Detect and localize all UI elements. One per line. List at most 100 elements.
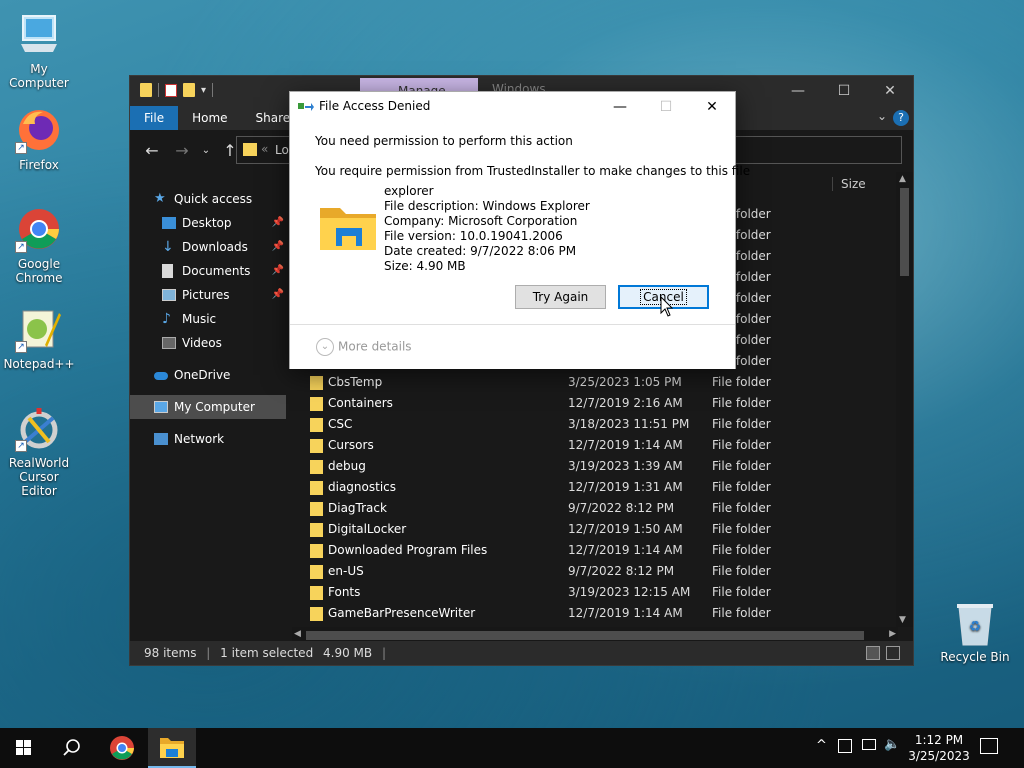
more-details-toggle[interactable]: ⌄ More details xyxy=(316,338,412,356)
row-name: CSC xyxy=(328,417,353,431)
nav-label: Quick access xyxy=(174,192,253,206)
search-icon xyxy=(63,739,80,756)
table-row[interactable]: Fonts 3/19/2023 12:15 AM File folder xyxy=(292,582,902,603)
chevron-up-icon[interactable]: ^ xyxy=(816,738,827,753)
table-row[interactable]: Downloaded Program Files 12/7/2019 1:14 A… xyxy=(292,540,902,561)
row-name: diagnostics xyxy=(328,480,397,494)
desktop-icon-my-computer[interactable]: My Computer xyxy=(1,10,77,90)
taskbar-chrome[interactable] xyxy=(98,728,146,768)
file-rows: CbsTemp 3/25/2023 1:05 PM File folder Cont… xyxy=(292,372,902,624)
folder-icon xyxy=(310,607,323,621)
nav-label: Desktop xyxy=(182,216,232,230)
row-name: en-US xyxy=(328,564,364,578)
nav-quick-access[interactable]: ★ Quick access xyxy=(130,187,286,211)
clock-time: 1:12 PM xyxy=(914,733,964,747)
try-again-button[interactable]: Try Again xyxy=(515,285,606,309)
dialog-title-bar[interactable]: File Access Denied — ☐ ✕ xyxy=(290,92,735,122)
scroll-down-icon[interactable]: ▼ xyxy=(899,615,906,625)
item-count: 98 items xyxy=(144,646,197,660)
desktop-icon-realworld-cursor-editor[interactable]: ↗ RealWorld Cursor Editor xyxy=(1,404,77,498)
desktop-icon-recycle-bin[interactable]: ♻ Recycle Bin xyxy=(940,601,1010,664)
taskbar-file-explorer[interactable] xyxy=(148,728,196,768)
clock[interactable]: 1:12 PM 3/25/2023 xyxy=(904,732,974,764)
tab-home[interactable]: Home xyxy=(178,106,241,130)
table-row[interactable]: CSC 3/18/2023 11:51 PM File folder xyxy=(292,414,902,435)
pin-icon[interactable]: 📌 xyxy=(272,283,284,307)
pin-icon[interactable]: 📌 xyxy=(272,211,284,235)
chevron-down-icon[interactable]: ⌄ xyxy=(877,109,887,123)
dialog-close-button[interactable]: ✕ xyxy=(689,92,735,122)
details-view-icon[interactable] xyxy=(866,646,880,660)
nav-documents[interactable]: Documents 📌 xyxy=(130,259,286,283)
table-row[interactable]: DiagTrack 9/7/2022 8:12 PM File folder xyxy=(292,498,902,519)
nav-desktop[interactable]: Desktop 📌 xyxy=(130,211,286,235)
svg-text:♻: ♻ xyxy=(969,619,982,635)
folder-icon xyxy=(310,523,323,537)
nav-music[interactable]: ♪ Music xyxy=(130,307,286,331)
breadcrumb-chevron-icon: « xyxy=(261,142,269,156)
minimize-button[interactable]: — xyxy=(775,76,821,106)
table-row[interactable]: GameBarPresenceWriter 12/7/2019 1:14 AM Fi… xyxy=(292,603,902,624)
large-icons-view-icon[interactable] xyxy=(886,646,900,660)
notification-icon[interactable] xyxy=(980,738,998,754)
tab-file[interactable]: File xyxy=(130,106,179,130)
nav-network[interactable]: Network xyxy=(130,427,286,451)
maximize-button[interactable]: ☐ xyxy=(821,76,867,106)
table-row[interactable]: CbsTemp 3/25/2023 1:05 PM File folder xyxy=(292,372,902,393)
nav-label: Music xyxy=(182,312,217,326)
scrollbar-thumb[interactable] xyxy=(306,631,864,640)
back-arrow-icon[interactable]: ← xyxy=(140,141,164,160)
nav-onedrive[interactable]: OneDrive xyxy=(130,363,286,387)
more-details-label: More details xyxy=(338,339,412,354)
folder-icon xyxy=(243,143,257,156)
row-name: Cursors xyxy=(328,438,374,452)
desktop-icon-label: Google Chrome xyxy=(15,257,63,285)
scrollbar-thumb[interactable] xyxy=(900,188,909,276)
nav-downloads[interactable]: ↓ Downloads 📌 xyxy=(130,235,286,259)
scroll-right-icon[interactable]: ▶ xyxy=(889,629,896,639)
search-button[interactable] xyxy=(48,728,96,768)
nav-videos[interactable]: Videos xyxy=(130,331,286,355)
file-access-denied-dialog: File Access Denied — ☐ ✕ You need permis… xyxy=(289,91,750,369)
scroll-up-icon[interactable]: ▲ xyxy=(899,174,906,184)
row-date: 3/25/2023 1:05 PM xyxy=(568,375,682,389)
table-row[interactable]: debug 3/19/2023 1:39 AM File folder xyxy=(292,456,902,477)
tray-app-icon[interactable] xyxy=(838,739,852,753)
table-row[interactable]: diagnostics 12/7/2019 1:31 AM File folder xyxy=(292,477,902,498)
dialog-minimize-button[interactable]: — xyxy=(597,92,643,122)
desktop-icon-chrome[interactable]: ↗ Google Chrome xyxy=(1,205,77,285)
column-header-size[interactable]: Size xyxy=(832,177,866,191)
desktop-icon-firefox[interactable]: ↗ Firefox xyxy=(1,106,77,172)
row-date: 9/7/2022 8:12 PM xyxy=(568,501,675,515)
clock-date: 3/25/2023 xyxy=(908,749,970,763)
shortcut-arrow-icon: ↗ xyxy=(15,440,27,452)
new-folder-icon[interactable] xyxy=(183,83,195,97)
help-icon[interactable]: ? xyxy=(893,110,909,126)
chevron-down-icon[interactable]: ▾ xyxy=(201,85,206,96)
nav-my-computer[interactable]: My Computer xyxy=(130,395,286,419)
table-row[interactable]: en-US 9/7/2022 8:12 PM File folder xyxy=(292,561,902,582)
desktop-icon-notepad-plus-plus[interactable]: ↗ Notepad++ xyxy=(1,305,77,371)
desktop-icon-label: RealWorld Cursor Editor xyxy=(8,456,70,498)
row-date: 3/19/2023 12:15 AM xyxy=(568,585,691,599)
start-button[interactable] xyxy=(0,728,48,768)
nav-pictures[interactable]: Pictures 📌 xyxy=(130,283,286,307)
download-arrow-icon: ↓ xyxy=(162,239,174,255)
pin-icon[interactable]: 📌 xyxy=(272,259,284,283)
network-icon[interactable] xyxy=(862,739,876,750)
pin-icon[interactable]: 📌 xyxy=(272,235,284,259)
table-row[interactable]: Containers 12/7/2019 2:16 AM File folder xyxy=(292,393,902,414)
properties-icon[interactable] xyxy=(165,83,177,97)
folder-icon xyxy=(140,83,152,97)
folder-icon xyxy=(310,376,323,390)
close-button[interactable]: ✕ xyxy=(867,76,913,106)
recent-locations-chevron-icon[interactable]: ⌄ xyxy=(200,145,212,156)
table-row[interactable]: DigitalLocker 12/7/2019 1:50 AM File folde… xyxy=(292,519,902,540)
volume-icon[interactable]: 🔈 xyxy=(884,737,900,752)
forward-arrow-icon[interactable]: → xyxy=(170,141,194,160)
scroll-left-icon[interactable]: ◀ xyxy=(294,629,301,639)
table-row[interactable]: Cursors 12/7/2019 1:14 AM File folder xyxy=(292,435,902,456)
star-icon: ★ xyxy=(154,191,166,206)
vertical-scrollbar[interactable]: ▲ ▼ xyxy=(896,172,913,627)
selection-count: 1 item selected xyxy=(220,646,314,660)
